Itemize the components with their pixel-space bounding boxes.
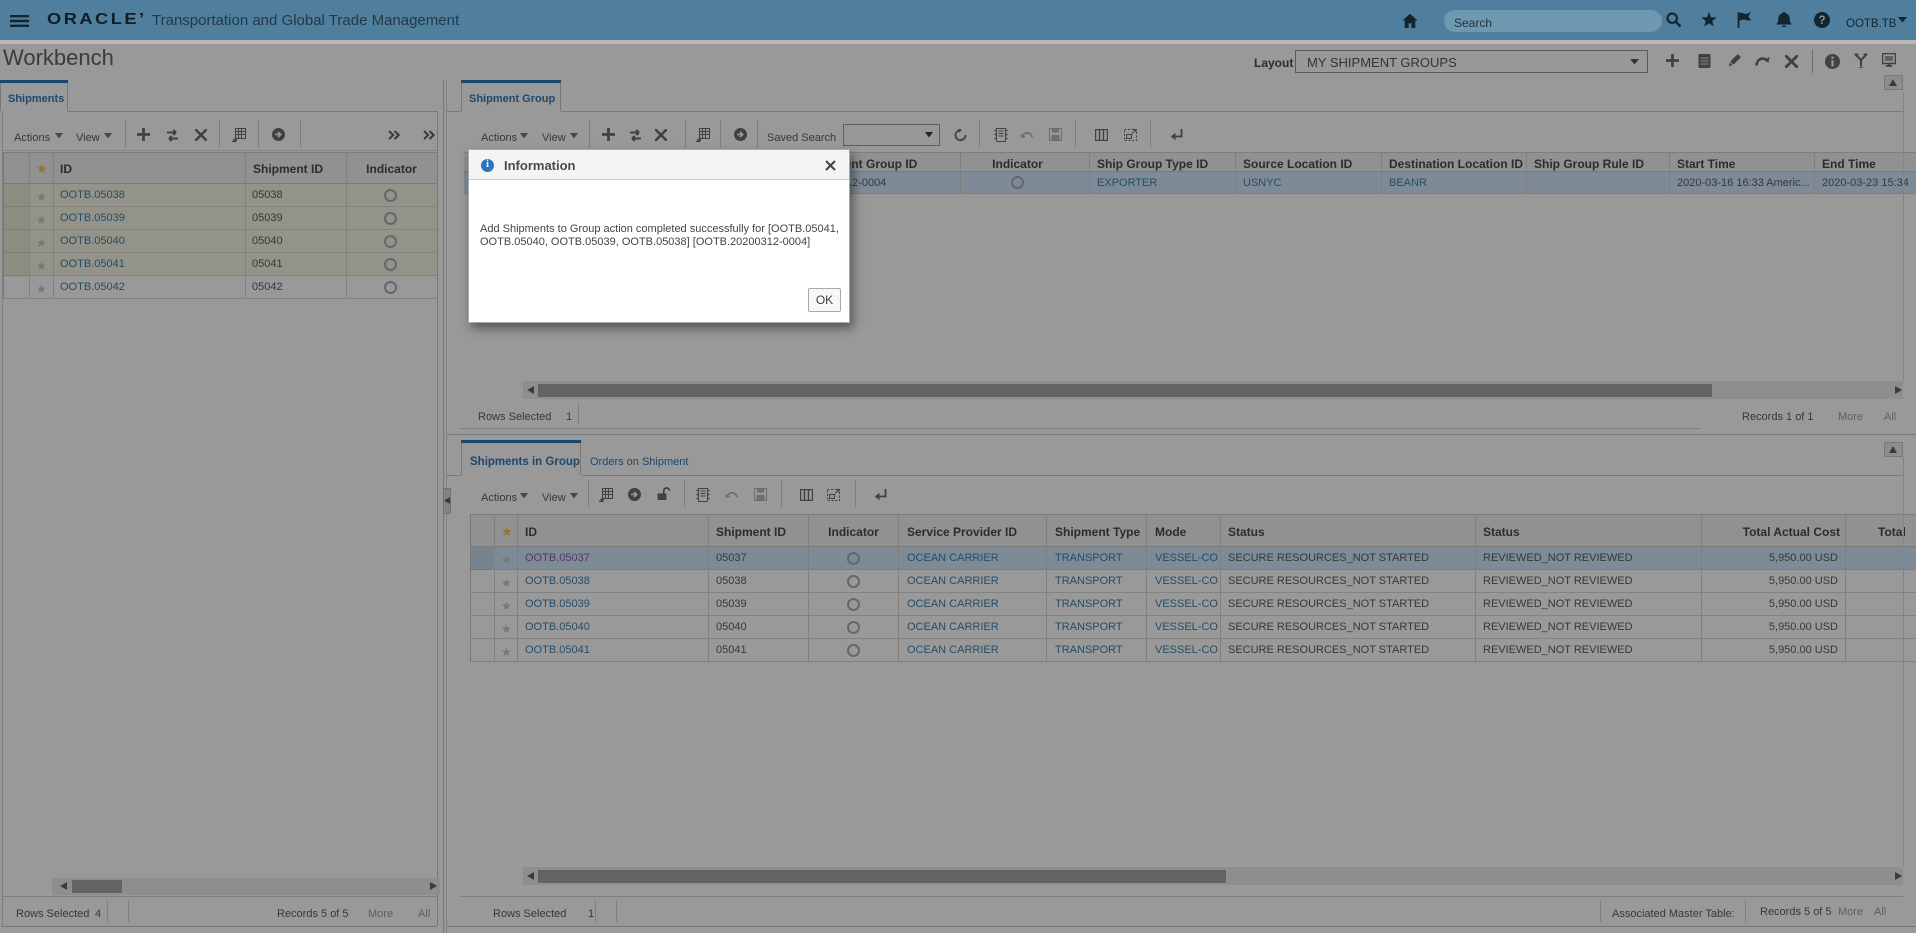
svg-text:?: ?: [1818, 15, 1825, 27]
